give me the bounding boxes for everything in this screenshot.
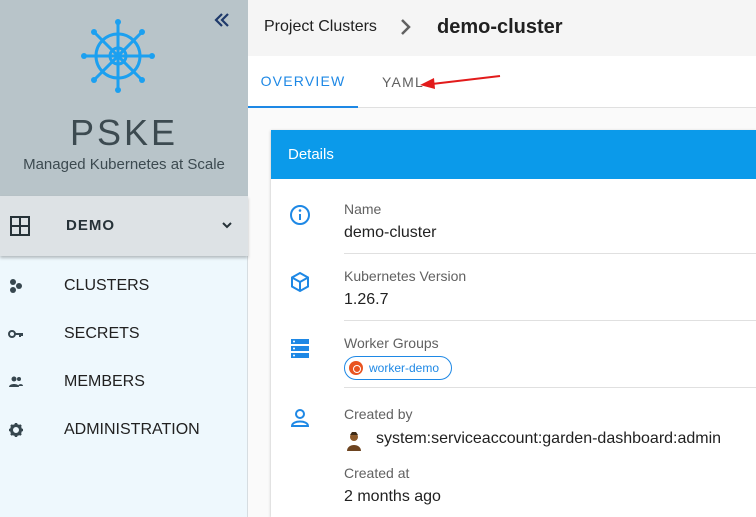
sidebar-item-secrets[interactable]: SECRETS xyxy=(0,314,248,354)
annotation-arrow-icon xyxy=(420,75,501,89)
info-icon xyxy=(290,205,310,225)
helm-wheel-logo-icon xyxy=(81,19,155,93)
collapse-sidebar-icon[interactable] xyxy=(212,10,232,30)
ubuntu-icon xyxy=(349,361,363,375)
breadcrumb: Project Clusters demo-cluster xyxy=(248,0,756,56)
details-title: Details xyxy=(288,146,334,163)
sidebar-item-label: ADMINISTRATION xyxy=(64,421,200,438)
sidebar-item-members[interactable]: MEMBERS xyxy=(0,362,248,402)
detail-value: demo-cluster xyxy=(344,224,437,241)
key-icon xyxy=(8,330,23,338)
project-name: DEMO xyxy=(66,217,115,234)
user-avatar-icon xyxy=(347,432,361,451)
sidebar-item-administration[interactable]: ADMINISTRATION xyxy=(0,410,248,450)
brand-subtitle: Managed Kubernetes at Scale xyxy=(23,156,225,173)
details-card-header: Details xyxy=(271,130,756,179)
detail-label: Name xyxy=(344,201,382,217)
tab-bar: OVERVIEW YAML xyxy=(248,56,756,108)
sidebar-item-label: MEMBERS xyxy=(64,373,145,390)
detail-label: Created by xyxy=(344,406,413,422)
brand-panel: PSKE Managed Kubernetes at Scale xyxy=(0,0,248,196)
sidebar-item-label: CLUSTERS xyxy=(64,277,150,294)
person-icon xyxy=(290,409,310,427)
details-card: Details Name demo-cluster Kubernetes Ver… xyxy=(271,130,756,517)
brand-title: PSKE xyxy=(69,112,179,153)
members-icon xyxy=(9,376,23,387)
divider xyxy=(344,320,756,321)
detail-label: Kubernetes Version xyxy=(344,268,467,284)
cube-icon xyxy=(291,271,309,293)
detail-value: 2 months ago xyxy=(344,488,441,505)
sidebar-item-clusters[interactable]: CLUSTERS xyxy=(0,266,248,306)
chevron-down-icon xyxy=(222,222,232,229)
breadcrumb-parent-link[interactable]: Project Clusters xyxy=(264,18,377,36)
sidebar: PSKE Managed Kubernetes at Scale DEMO CL… xyxy=(0,0,248,517)
server-icon xyxy=(291,339,309,358)
divider xyxy=(344,253,756,254)
sidebar-item-label: SECRETS xyxy=(64,325,140,342)
worker-group-name: worker-demo xyxy=(369,361,440,375)
detail-value: 1.26.7 xyxy=(344,291,389,308)
clusters-icon xyxy=(10,279,22,293)
detail-label: Worker Groups xyxy=(344,335,439,351)
project-selector[interactable]: DEMO xyxy=(0,196,248,256)
tab-overview[interactable]: OVERVIEW xyxy=(248,56,358,108)
project-grid-icon xyxy=(10,216,30,236)
page-title: demo-cluster xyxy=(437,16,563,38)
detail-label: Created at xyxy=(344,465,410,481)
detail-value: system:serviceaccount:garden-dashboard:a… xyxy=(376,430,722,447)
divider xyxy=(344,387,756,388)
chevron-right-icon xyxy=(401,19,411,35)
worker-group-chip[interactable]: worker-demo xyxy=(344,356,453,380)
gear-icon xyxy=(9,423,23,437)
